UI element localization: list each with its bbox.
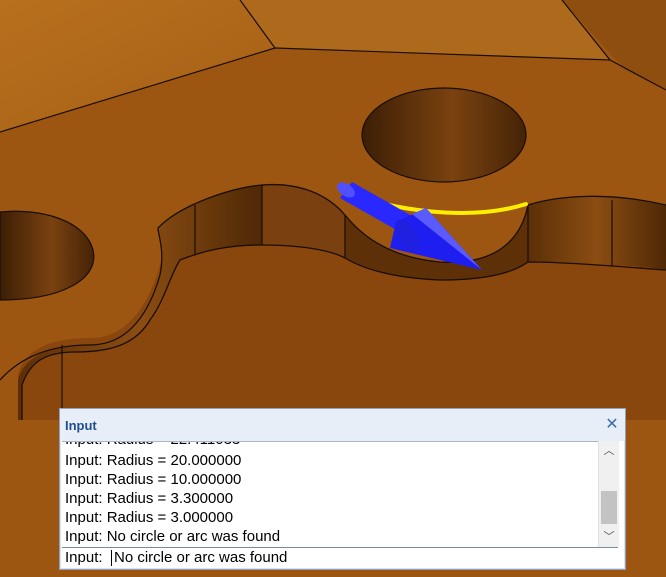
history-scrollbar[interactable]: ︿ ﹀ <box>598 441 619 547</box>
history-line: Input: Radius = 22.411033 <box>65 442 240 449</box>
panel-header: Input ✕ <box>60 409 625 441</box>
panel-title: Input <box>65 418 97 433</box>
text-caret <box>111 550 112 566</box>
chevron-up-icon[interactable]: ︿ <box>599 443 619 459</box>
command-line[interactable]: Input: <box>62 547 618 568</box>
chevron-down-icon[interactable]: ﹀ <box>599 529 619 545</box>
scrollbar-thumb[interactable] <box>601 491 617 524</box>
pocket-wall-right <box>528 196 666 270</box>
history-line: Input: No circle or arc was found <box>65 528 281 545</box>
history-line: Input: Radius = 20.000000 <box>65 452 242 469</box>
history-line: Input: Radius = 3.300000 <box>65 490 234 507</box>
close-icon[interactable]: ✕ <box>604 415 620 433</box>
history-line: Input: Radius = 3.000000 <box>65 509 234 526</box>
history-line: Input: Radius = 10.000000 <box>65 471 242 488</box>
history-list: Input: Radius = 22.411033 Input: Radius … <box>62 441 598 548</box>
command-input[interactable] <box>114 548 609 567</box>
command-prompt: Input: <box>65 549 103 566</box>
input-panel: Input ✕ Input: Radius = 22.411033 Input:… <box>59 408 626 570</box>
